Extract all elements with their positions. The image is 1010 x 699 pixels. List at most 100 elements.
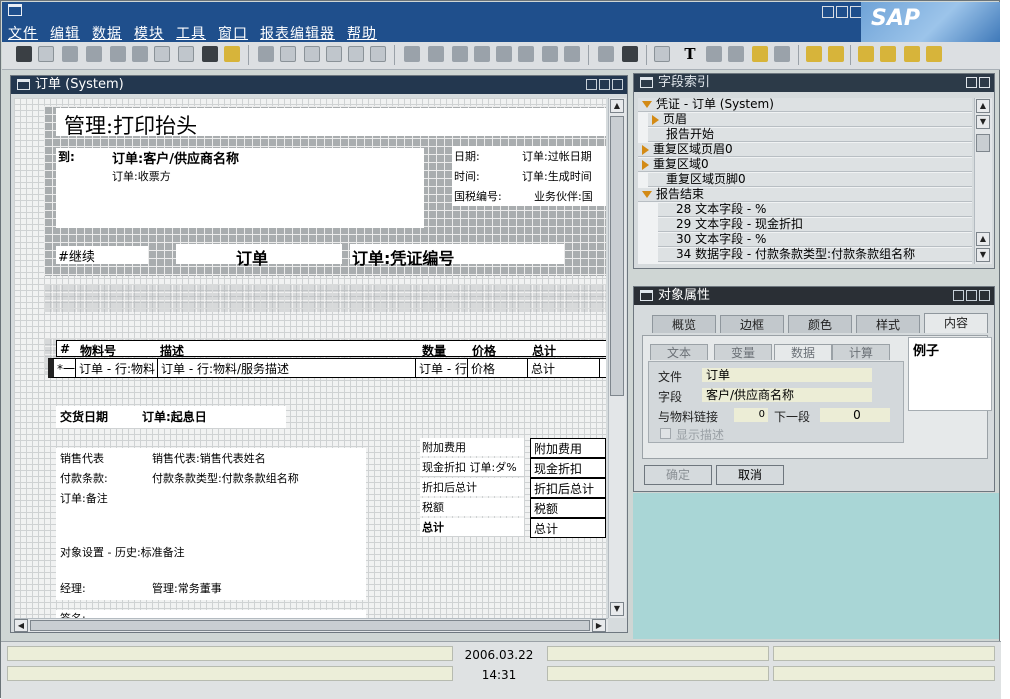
total-value[interactable]: 折扣后总计	[530, 478, 606, 498]
h-scroll-thumb[interactable]	[30, 620, 590, 631]
scroll-thumb[interactable]	[610, 116, 624, 396]
tree-scroll-thumb[interactable]	[976, 134, 990, 152]
new-doc-icon[interactable]	[38, 46, 54, 62]
payee-field[interactable]: 订单:收票方	[112, 168, 171, 184]
terms-value[interactable]: 付款条款类型:付款条款组名称	[152, 470, 299, 486]
previous-record-icon[interactable]	[326, 46, 342, 62]
scroll-down-icon[interactable]: ▼	[610, 602, 624, 616]
tree-scrollbar[interactable]: ▲ ▼ ▲ ▼	[974, 98, 992, 264]
scroll-down-icon[interactable]: ▼	[976, 248, 990, 262]
total-label[interactable]: 折扣后总计	[422, 479, 477, 495]
table-cell[interactable]: 价格	[468, 359, 528, 377]
properties-icon[interactable]	[622, 46, 638, 62]
total-value[interactable]: 现金折扣	[530, 458, 606, 478]
collapsed-icon[interactable]	[652, 114, 659, 125]
fax-icon[interactable]	[132, 46, 148, 62]
maximize-icon[interactable]	[599, 79, 610, 90]
maximize-icon[interactable]	[836, 6, 848, 18]
continue-field[interactable]: #继续	[58, 246, 95, 265]
menu-item[interactable]: 帮助	[347, 23, 377, 43]
table-header-cell[interactable]: 总计	[529, 341, 599, 356]
scroll-up-icon[interactable]: ▲	[976, 232, 990, 246]
align-right-icon[interactable]	[880, 46, 896, 62]
pointer-icon[interactable]	[654, 46, 670, 62]
print-icon[interactable]	[62, 46, 78, 62]
total-label[interactable]: 现金折扣 订单:ダ%	[422, 459, 517, 475]
tab-1[interactable]: 边框	[720, 315, 784, 333]
tree-item[interactable]: 重复区域页眉0	[638, 143, 972, 157]
table-cell[interactable]: 订单 - 行:物料	[76, 359, 158, 377]
tax-label[interactable]: 国税编号:	[454, 188, 502, 204]
subtab-1[interactable]: 变量	[714, 344, 772, 360]
menu-item[interactable]: 窗口	[218, 23, 248, 43]
menu-item[interactable]: 数据	[92, 23, 122, 43]
tree-item[interactable]: 29 文本字段 - 现金折扣	[658, 218, 972, 232]
scroll-left-icon[interactable]: ◀	[14, 619, 28, 632]
formula-icon[interactable]	[752, 46, 768, 62]
total-label[interactable]: 附加费用	[422, 439, 466, 455]
copy-icon[interactable]	[428, 46, 444, 62]
text-tool-icon[interactable]: T	[682, 46, 698, 62]
doc-title[interactable]: 订单	[236, 245, 268, 269]
tab-4[interactable]: 内容	[924, 313, 988, 333]
shapes-icon[interactable]	[774, 46, 790, 62]
cancel-button[interactable]: 取消	[716, 465, 784, 485]
table-header-cell[interactable]: 数量	[419, 341, 469, 356]
field-select[interactable]: 客户/供应商名称	[702, 388, 872, 402]
sales-value[interactable]: 销售代表:销售代表姓名	[152, 450, 266, 466]
menu-item[interactable]: 工具	[176, 23, 206, 43]
area-icon[interactable]	[806, 46, 822, 62]
checkered-flag-icon[interactable]	[202, 46, 218, 62]
expanded-icon[interactable]	[642, 191, 652, 198]
import-icon[interactable]	[542, 46, 558, 62]
tree-item[interactable]: 30 文本字段 - %	[658, 233, 972, 247]
show-desc-checkbox[interactable]	[660, 428, 671, 439]
time-value[interactable]: 订单:生成时间	[522, 168, 592, 184]
terms-label[interactable]: 付款条款:	[60, 470, 108, 486]
table-header-cell[interactable]: #	[57, 341, 77, 356]
tree-item[interactable]: 重复区域0	[638, 158, 972, 172]
paste-icon[interactable]	[474, 46, 490, 62]
report-vertical-scrollbar[interactable]: ▲ ▼	[608, 98, 626, 618]
field-tree[interactable]: 凭证 - 订单 (System) 页眉 报告开始 重复区域页眉0 重复区域0 重复区域页脚…	[638, 98, 972, 264]
export-icon[interactable]	[518, 46, 534, 62]
time-label[interactable]: 时间:	[454, 168, 480, 184]
print-preview-icon[interactable]	[86, 46, 102, 62]
manager-value[interactable]: 管理:常务董事	[152, 580, 222, 596]
collapsed-icon[interactable]	[642, 159, 649, 170]
tax-value[interactable]: 业务伙伴:国	[534, 188, 593, 204]
next-input[interactable]: 0	[820, 408, 890, 422]
date-label[interactable]: 日期:	[454, 148, 480, 164]
header-title[interactable]: 管理:打印抬头	[64, 110, 197, 140]
delivery-label[interactable]: 交货日期	[60, 408, 108, 425]
total-value[interactable]: 总计	[530, 518, 606, 538]
collapsed-icon[interactable]	[642, 144, 649, 155]
menu-item[interactable]: 编辑	[50, 23, 80, 43]
cut-icon[interactable]	[452, 46, 468, 62]
maximize-icon[interactable]	[966, 290, 977, 301]
tree-item[interactable]: 报告开始	[648, 128, 972, 142]
minimize-icon[interactable]	[966, 77, 977, 88]
tree-item[interactable]: 重复区域页脚0	[648, 173, 972, 187]
link-input[interactable]: 0	[734, 408, 768, 422]
minimize-icon[interactable]	[953, 290, 964, 301]
total-label[interactable]: 税额	[422, 499, 444, 515]
database-field-icon[interactable]	[706, 46, 722, 62]
to-value[interactable]: 订单:客户/供应商名称	[112, 148, 239, 167]
sales-label[interactable]: 销售代表	[60, 450, 104, 466]
email-icon[interactable]	[154, 46, 170, 62]
close-icon[interactable]	[612, 79, 623, 90]
scroll-right-icon[interactable]: ▶	[592, 619, 606, 632]
filter-icon[interactable]	[280, 46, 296, 62]
align-left-icon[interactable]	[858, 46, 874, 62]
save-icon[interactable]	[16, 46, 32, 62]
first-record-icon[interactable]	[304, 46, 320, 62]
table-cell[interactable]: *一	[54, 359, 76, 377]
tree-item[interactable]: 34 数据字段 - 付款条款类型:付款条款组名称	[658, 248, 972, 262]
word-export-icon[interactable]	[178, 46, 194, 62]
subtab-2[interactable]: 数据	[774, 344, 832, 360]
table-cell[interactable]: 订单 - 行:物料/服务描述	[158, 359, 416, 377]
expanded-icon[interactable]	[642, 101, 652, 108]
minimize-icon[interactable]	[822, 6, 834, 18]
align-top-icon[interactable]	[904, 46, 920, 62]
